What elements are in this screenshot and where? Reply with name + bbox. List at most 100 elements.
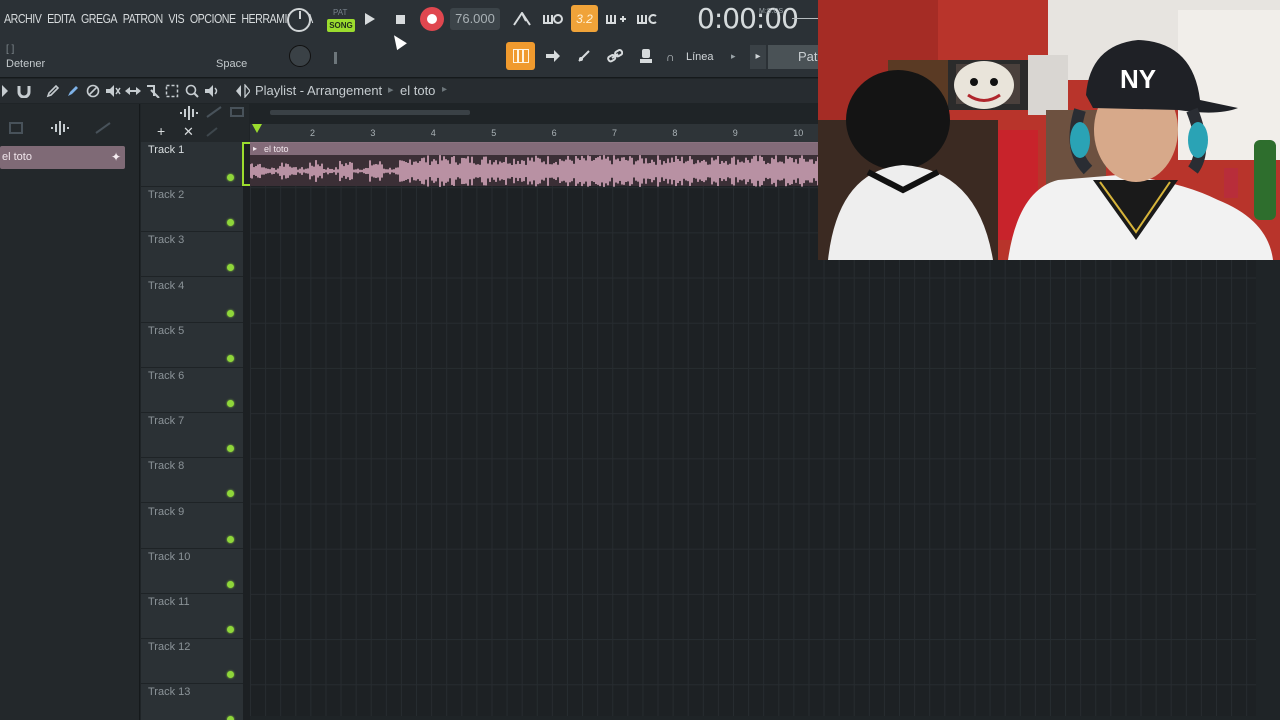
track-automation-icon[interactable] — [206, 106, 222, 118]
paint-icon[interactable] — [66, 84, 80, 98]
metronome-button[interactable] — [509, 7, 535, 31]
playlist-pattern-name[interactable]: el toto — [400, 83, 435, 98]
track-wave-icon[interactable] — [180, 106, 198, 120]
loop-record-button[interactable] — [634, 7, 660, 31]
track-enable-led[interactable] — [227, 535, 234, 543]
tempo-display[interactable]: 76.000 — [450, 8, 500, 30]
remove-track-icon[interactable]: ✕ — [183, 124, 194, 140]
track-enable-led[interactable] — [227, 309, 234, 317]
track-name[interactable]: Track 2 — [148, 189, 184, 201]
slip-icon[interactable] — [125, 84, 141, 98]
playlist-arrows-icon[interactable] — [236, 84, 250, 98]
track-header[interactable]: Track 8 — [141, 458, 245, 504]
track-enable-led[interactable] — [227, 400, 234, 407]
menu-archivo[interactable]: ARCHIV — [4, 11, 42, 26]
track-header[interactable]: Track 5 — [141, 323, 245, 368]
pattern-list-item[interactable]: el toto ✦ — [0, 146, 125, 169]
audio-clip[interactable]: ▸ el toto — [250, 142, 820, 187]
track-header-grip[interactable] — [243, 142, 250, 720]
track-header[interactable]: Track 4 — [141, 278, 245, 323]
track-name[interactable]: Track 8 — [148, 460, 184, 472]
zoom-icon[interactable] — [185, 84, 199, 98]
pat-song-toggle[interactable]: PAT SONG — [327, 8, 355, 34]
select-icon[interactable] — [165, 84, 179, 98]
track-name[interactable]: Track 5 — [148, 325, 184, 337]
track-enable-led[interactable] — [227, 174, 234, 181]
track-header[interactable]: Track 3 — [141, 232, 245, 278]
song-position-display[interactable]: 0:00:00 — [697, 2, 799, 35]
track-enable-led[interactable] — [227, 219, 234, 227]
track-enable-led[interactable] — [227, 445, 234, 453]
picker-automation-icon[interactable] — [95, 122, 111, 134]
track-name[interactable]: Track 10 — [148, 551, 190, 563]
pattern-selector[interactable]: Patr — [768, 45, 820, 69]
ruler-bar-number: 8 — [672, 128, 678, 138]
track-enable-led[interactable] — [227, 716, 234, 720]
track-name[interactable]: Track 1 — [148, 144, 184, 156]
track-enable-led[interactable] — [227, 264, 234, 272]
mute-icon[interactable] — [105, 84, 121, 98]
piano-roll-button[interactable] — [506, 42, 535, 70]
delete-icon[interactable] — [86, 84, 100, 98]
track-header[interactable]: Track 1 — [141, 142, 245, 187]
plugin-picker-button[interactable] — [630, 42, 661, 70]
track-name[interactable]: Track 4 — [148, 280, 184, 292]
picker-wave-icon[interactable] — [51, 121, 69, 135]
mixer-button[interactable] — [568, 42, 599, 70]
track-enable-led[interactable] — [227, 490, 234, 498]
track-header[interactable]: Track 9 — [141, 504, 245, 549]
track-header[interactable]: Track 2 — [141, 187, 245, 233]
timeline-ruler[interactable]: 2 3 4 5 6 7 8 9 10 — [250, 124, 820, 142]
menu-opciones[interactable]: OPCIONE — [190, 11, 236, 26]
add-track-icon[interactable]: + — [157, 123, 165, 139]
track-header[interactable]: Track 11 — [141, 594, 245, 639]
track-header[interactable]: Track 6 — [141, 368, 245, 413]
clip-header[interactable]: ▸ el toto — [250, 143, 820, 155]
horizontal-scrollbar[interactable] — [270, 110, 470, 115]
menu-editar[interactable]: EDITA — [47, 11, 76, 26]
wait-for-input-button[interactable] — [540, 7, 566, 31]
countdown-button[interactable]: 3.2 — [571, 5, 598, 32]
track-name[interactable]: Track 3 — [148, 234, 184, 246]
play-button[interactable] — [358, 7, 382, 31]
pencil-icon[interactable] — [46, 84, 60, 98]
track-header[interactable]: Track 12 — [141, 639, 245, 685]
link-icon — [606, 49, 623, 63]
magnet-icon[interactable] — [17, 84, 31, 98]
track-name[interactable]: Track 12 — [148, 641, 190, 653]
master-volume-knob[interactable] — [287, 8, 311, 32]
track-header[interactable]: Track 7 — [141, 413, 245, 459]
playlist-menu-icon[interactable] — [2, 85, 10, 97]
master-pitch-knob[interactable] — [289, 45, 311, 67]
track-name[interactable]: Track 13 — [148, 686, 190, 698]
pitch-slider[interactable] — [334, 52, 337, 64]
track-header[interactable]: Track 13 — [141, 684, 245, 720]
channel-rack-button[interactable] — [537, 42, 568, 70]
stop-button[interactable] — [388, 7, 412, 31]
track-enable-led[interactable] — [227, 626, 234, 633]
browser-button[interactable] — [599, 42, 630, 70]
menu-agregar[interactable]: GREGA — [81, 11, 118, 26]
track-name[interactable]: Track 9 — [148, 506, 184, 518]
playhead-marker[interactable] — [252, 124, 262, 133]
track-enable-led[interactable] — [227, 354, 234, 362]
track-enable-led[interactable] — [227, 580, 234, 588]
track-name[interactable]: Track 6 — [148, 370, 184, 382]
track-piano-icon[interactable] — [230, 107, 244, 117]
clip-menu-icon[interactable]: ▸ — [253, 143, 257, 155]
menu-vista[interactable]: VIS — [168, 11, 184, 26]
playback-icon[interactable] — [204, 84, 220, 98]
picker-piano-icon[interactable] — [9, 122, 23, 134]
pattern-prev-button[interactable]: ▸ — [750, 45, 766, 69]
menu-patron[interactable]: PATRON — [123, 11, 163, 26]
pattern-item-label: el toto — [2, 151, 32, 163]
track-name[interactable]: Track 11 — [148, 596, 190, 608]
track-name[interactable]: Track 7 — [148, 415, 184, 427]
snap-selector[interactable]: Línea — [686, 51, 714, 63]
track-link-icon[interactable] — [206, 127, 218, 137]
track-enable-led[interactable] — [227, 671, 234, 679]
slice-icon[interactable] — [145, 84, 161, 98]
track-header[interactable]: Track 10 — [141, 549, 245, 594]
record-button[interactable] — [420, 7, 444, 31]
step-edit-button[interactable] — [603, 7, 629, 31]
